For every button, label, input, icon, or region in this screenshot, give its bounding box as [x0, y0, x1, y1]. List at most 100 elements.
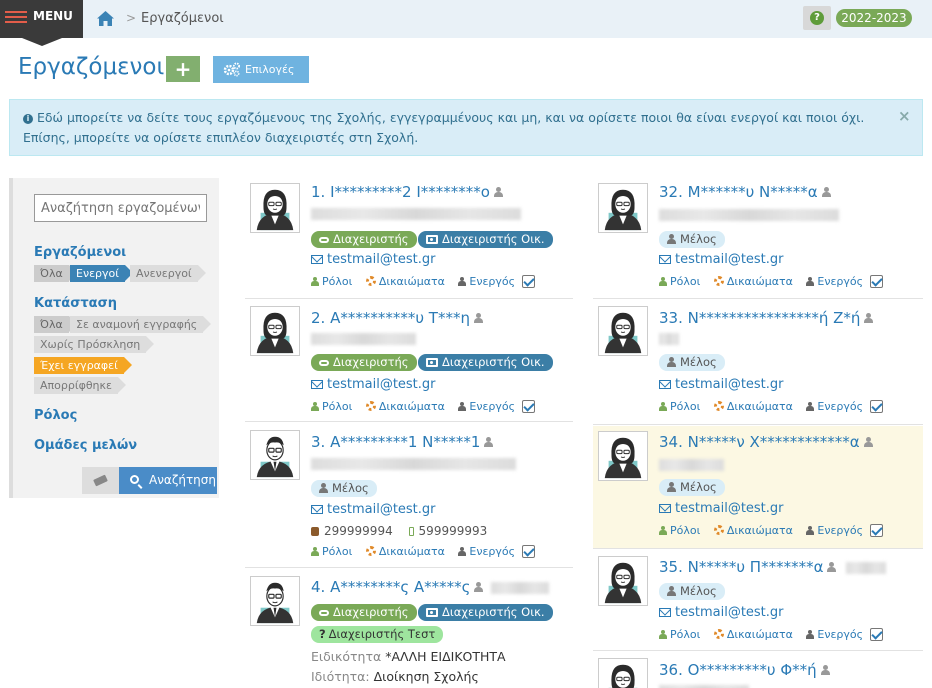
add-employee-button[interactable]: + — [166, 56, 200, 82]
user-icon — [667, 482, 676, 492]
gears-icon — [365, 276, 376, 286]
info-alert: i Εδώ μπορείτε να δείτε τους εργαζόμενου… — [9, 99, 923, 156]
employee-name[interactable]: 3. Α*********1 Ν*****1 — [311, 433, 494, 451]
role-filter-title[interactable]: Ρόλος — [34, 408, 77, 423]
eraser-icon — [93, 474, 108, 487]
email-link[interactable]: testmail@test.gr — [311, 252, 436, 267]
employee-card[interactable]: 33. Ν****************ή Ζ*ή Μέλος testmai… — [593, 301, 923, 425]
employee-card[interactable]: 3. Α*********1 Ν*****1 Μέλος testmail@te… — [245, 425, 573, 568]
email-link[interactable]: testmail@test.gr — [659, 252, 784, 267]
permissions-link[interactable]: Δικαιώματα — [379, 545, 445, 558]
active-checkbox[interactable] — [869, 400, 883, 413]
menu-button[interactable]: MENU — [0, 0, 83, 46]
employee-name[interactable]: 2. Α**********υ Τ***η — [311, 309, 483, 327]
employee-name[interactable]: 32. Μ******υ Ν*****α — [659, 183, 831, 201]
permissions-link[interactable]: Δικαιώματα — [727, 400, 793, 413]
user-icon — [806, 277, 815, 286]
id-card-icon — [426, 608, 438, 617]
employee-card[interactable]: 4. Α********ς Α*****ς Διαχειριστής Διαχε… — [245, 571, 573, 688]
test-admin-badge: ? Διαχειριστής Τεστ — [311, 626, 444, 643]
roles-link[interactable]: Ρόλοι — [670, 524, 700, 537]
envelope-icon — [659, 504, 671, 513]
active-label: Ενεργός — [469, 275, 516, 288]
employee-name[interactable]: 36. Ο*********υ Φ**ή — [659, 661, 830, 679]
employee-name[interactable]: 33. Ν****************ή Ζ*ή — [659, 309, 874, 327]
property-value: Διοίκηση Σχολής — [373, 669, 479, 684]
envelope-icon — [311, 255, 323, 264]
email-link[interactable]: testmail@test.gr — [311, 377, 436, 392]
alert-text-wrap: i Εδώ μπορείτε να δείτε τους εργαζόμενου… — [23, 108, 883, 148]
member-badge-label: Μέλος — [680, 355, 717, 369]
phone-icon — [311, 527, 319, 536]
roles-icon — [311, 277, 319, 286]
filter-employees-active[interactable]: Ενεργοί — [70, 265, 133, 282]
active-checkbox[interactable] — [869, 275, 883, 288]
employee-card[interactable]: 35. Ν*****υ Π*******α Μέλος testmail@tes… — [593, 551, 923, 651]
card-actions: Ρόλοι Δικαιώματα Ενεργός — [659, 524, 883, 537]
options-button[interactable]: Επιλογές — [213, 56, 309, 83]
active-checkbox[interactable] — [869, 628, 883, 641]
permissions-link[interactable]: Δικαιώματα — [727, 275, 793, 288]
filter-status-pending[interactable]: Σε αναμονή εγγραφής — [70, 316, 212, 333]
user-icon — [493, 187, 503, 197]
clear-filters-button[interactable] — [82, 467, 119, 494]
filter-status-rejected[interactable]: Απορρίφθηκε — [34, 377, 126, 394]
active-checkbox[interactable] — [869, 524, 883, 537]
groups-filter-title[interactable]: Ομάδες μελών — [34, 438, 137, 453]
filter-status-registered[interactable]: Έχει εγγραφεί — [34, 357, 132, 374]
permissions-link[interactable]: Δικαιώματα — [379, 400, 445, 413]
email-link[interactable]: testmail@test.gr — [659, 501, 784, 516]
employee-card[interactable]: 36. Ο*********υ Φ**ή — [593, 653, 923, 688]
active-label: Ενεργός — [469, 545, 516, 558]
card-actions: Ρόλοι Δικαιώματα Ενεργός — [659, 628, 883, 641]
home-icon[interactable] — [96, 10, 115, 27]
permissions-link[interactable]: Δικαιώματα — [379, 275, 445, 288]
permissions-link[interactable]: Δικαιώματα — [727, 628, 793, 641]
roles-link[interactable]: Ρόλοι — [322, 400, 352, 413]
permissions-link[interactable]: Δικαιώματα — [727, 524, 793, 537]
active-checkbox[interactable] — [521, 275, 535, 288]
card-actions: Ρόλοι Δικαιώματα Ενεργός — [311, 275, 535, 288]
roles-link[interactable]: Ρόλοι — [322, 275, 352, 288]
filter-employees-all[interactable]: Όλα — [34, 265, 77, 282]
filter-status-all[interactable]: Όλα — [34, 316, 77, 333]
close-icon[interactable]: × — [898, 106, 911, 126]
member-badge-label: Μέλος — [680, 584, 717, 598]
employee-name[interactable]: 35. Ν*****υ Π*******α — [659, 558, 837, 576]
menu-label: MENU — [33, 9, 73, 23]
employee-card[interactable]: 32. Μ******υ Ν*****α Μέλος testmail@test… — [593, 178, 923, 299]
filter-employees-inactive[interactable]: Ανενεργοί — [130, 265, 206, 282]
employee-name[interactable]: 4. Α********ς Α*****ς — [311, 578, 484, 596]
help-button[interactable]: ? — [803, 6, 831, 30]
member-badge-label: Μέλος — [332, 481, 369, 495]
user-icon — [667, 234, 676, 244]
active-checkbox[interactable] — [521, 400, 535, 413]
active-label: Ενεργός — [469, 400, 516, 413]
employee-card[interactable]: 2. Α**********υ Τ***η Διαχειριστής Διαχε… — [245, 301, 573, 422]
email-link[interactable]: testmail@test.gr — [659, 605, 784, 620]
female-avatar-icon — [250, 183, 300, 233]
search-button[interactable]: Αναζήτηση — [119, 467, 217, 494]
roles-link[interactable]: Ρόλοι — [670, 275, 700, 288]
roles-link[interactable]: Ρόλοι — [670, 400, 700, 413]
user-icon — [806, 526, 815, 535]
employee-card[interactable]: 1. Ι*********2 Ι********ο Διαχειριστής Δ… — [245, 178, 573, 299]
active-label: Ενεργός — [817, 628, 864, 641]
employee-card[interactable]: 34. Ν*****ν Χ************α Μέλος testmai… — [593, 426, 923, 549]
female-avatar-icon — [598, 658, 648, 688]
active-checkbox[interactable] — [521, 545, 535, 558]
status-filter-title[interactable]: Κατάσταση — [34, 296, 117, 311]
female-avatar-icon — [598, 183, 648, 233]
school-year-badge[interactable]: 2022-2023 — [836, 9, 912, 27]
email-link[interactable]: testmail@test.gr — [311, 502, 436, 517]
email-link[interactable]: testmail@test.gr — [659, 377, 784, 392]
employee-name[interactable]: 1. Ι*********2 Ι********ο — [311, 183, 503, 201]
employee-name[interactable]: 34. Ν*****ν Χ************α — [659, 433, 873, 451]
roles-link[interactable]: Ρόλοι — [670, 628, 700, 641]
roles-link[interactable]: Ρόλοι — [322, 545, 352, 558]
employees-filter-title[interactable]: Εργαζόμενοι — [34, 245, 126, 260]
roles-icon — [659, 402, 667, 411]
search-input[interactable] — [34, 194, 207, 222]
id-card-icon — [426, 235, 438, 244]
filter-status-no-invite[interactable]: Χωρίς Πρόσκληση — [34, 336, 155, 353]
